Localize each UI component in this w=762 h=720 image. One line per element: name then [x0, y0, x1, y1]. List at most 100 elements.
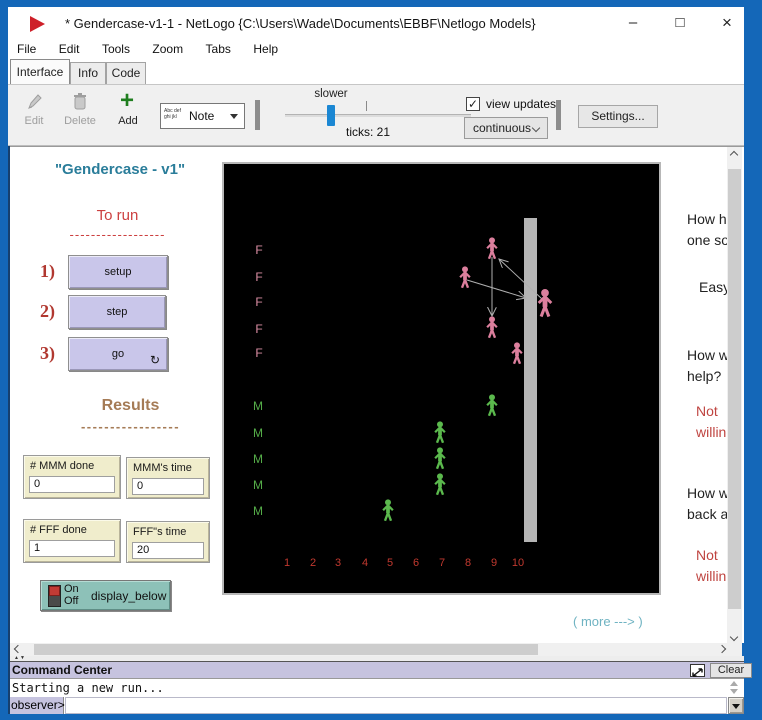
person-turtle[interactable]	[435, 421, 445, 442]
person-turtle[interactable]	[435, 447, 445, 468]
x-axis-number: 4	[362, 557, 368, 569]
monitor-label: FFF"s time	[133, 526, 186, 538]
tab-interface[interactable]: Interface	[10, 59, 70, 84]
male-row-label: M	[253, 504, 263, 518]
switch-name: display_below	[91, 589, 166, 603]
command-center-header: Command Center Clear	[8, 661, 744, 678]
female-row-label: F	[255, 243, 262, 257]
monitor-value: 20	[132, 542, 204, 559]
add-button[interactable]: Add	[106, 115, 150, 127]
scrollbar-thumb[interactable]	[34, 644, 538, 655]
step-number-1: 1)	[40, 261, 55, 282]
person-turtle[interactable]	[383, 499, 393, 520]
female-row-label: F	[255, 270, 262, 284]
delete-button[interactable]: Delete	[58, 115, 102, 127]
view-updates-checkbox[interactable]: ✓	[466, 97, 480, 111]
horizontal-scrollbar[interactable]	[8, 643, 742, 656]
edit-button[interactable]: Edit	[12, 115, 56, 127]
tab-info[interactable]: Info	[70, 62, 106, 84]
x-axis-number: 10	[512, 557, 524, 569]
command-center-input-row: observer>	[8, 697, 744, 714]
wall-patch	[524, 218, 537, 542]
widget-type-icon: Abc def ghi jkl	[164, 108, 181, 120]
x-axis-number: 1	[284, 557, 290, 569]
observer-prompt[interactable]: observer>	[8, 697, 64, 714]
netlogo-app-icon	[30, 16, 45, 32]
clear-button[interactable]: Clear	[710, 663, 752, 678]
command-input[interactable]	[65, 697, 727, 714]
switch-off-label: Off	[64, 595, 78, 607]
menu-edit[interactable]: Edit	[50, 40, 89, 58]
menu-zoom[interactable]: Zoom	[143, 40, 192, 58]
output-scroll-arrows[interactable]	[730, 681, 739, 695]
step-number-3: 3)	[40, 343, 55, 364]
world-view[interactable]: FFFFFMMMMM12345678910	[222, 162, 661, 595]
person-turtle[interactable]	[460, 266, 470, 287]
panel-left-edge	[8, 146, 10, 714]
scroll-right-button[interactable]	[714, 643, 730, 656]
tab-code[interactable]: Code	[106, 62, 146, 84]
dropdown-arrow-icon	[230, 114, 238, 119]
person-turtle[interactable]	[539, 289, 552, 317]
person-turtle[interactable]	[487, 237, 497, 258]
person-turtle[interactable]	[512, 342, 522, 363]
tab-bar: Interface Info Code	[8, 58, 744, 84]
more-note: ( more ---> )	[573, 614, 643, 629]
model-title-note: "Gendercase - v1"	[20, 161, 220, 178]
step-button[interactable]: step	[68, 295, 166, 329]
scroll-down-button[interactable]	[727, 628, 742, 643]
output-text: Starting a new run...	[12, 681, 164, 695]
speed-slider-track[interactable]	[285, 114, 471, 117]
speed-slider-thumb[interactable]	[327, 105, 335, 126]
menu-file[interactable]: File	[8, 40, 45, 58]
scroll-up-button[interactable]	[727, 147, 742, 163]
switch-knob[interactable]	[49, 586, 60, 596]
results-heading: Results	[33, 397, 228, 415]
ticks-counter: ticks: 21	[318, 125, 418, 139]
x-axis-number: 3	[335, 557, 341, 569]
setup-button[interactable]: setup	[68, 255, 168, 289]
go-button-label: go	[112, 348, 124, 360]
monitor-value: 0	[29, 476, 115, 493]
edit-pencil-icon	[26, 93, 42, 111]
menu-help[interactable]: Help	[244, 40, 287, 58]
person-turtle[interactable]	[487, 316, 497, 337]
male-row-label: M	[253, 426, 263, 440]
monitor-value: 0	[132, 478, 204, 495]
widget-type-value: Note	[189, 104, 214, 128]
go-button[interactable]: go ↻	[68, 337, 168, 371]
x-axis-number: 8	[465, 557, 471, 569]
expand-icon[interactable]	[690, 664, 705, 677]
command-center-output: Starting a new run...	[8, 678, 744, 697]
scrollbar-thumb[interactable]	[728, 169, 741, 609]
vertical-scrollbar[interactable]	[727, 147, 742, 643]
menu-tabs[interactable]: Tabs	[197, 40, 240, 58]
monitor-label: MMM's time	[133, 462, 192, 474]
x-axis-number: 5	[387, 557, 393, 569]
results-divider: -----------------	[33, 419, 228, 434]
widget-type-dropdown[interactable]: Abc def ghi jkl Note	[160, 103, 245, 129]
person-turtle[interactable]	[435, 473, 445, 494]
monitor-mmm-time: MMM's time 0	[126, 457, 210, 499]
update-mode-dropdown[interactable]: continuous	[464, 117, 548, 139]
view-updates-label: view updates	[486, 97, 556, 111]
x-axis-number: 2	[310, 557, 316, 569]
close-button[interactable]: ×	[710, 7, 744, 40]
command-center-title: Command Center	[12, 663, 112, 677]
scroll-down-icon	[730, 689, 738, 694]
monitor-fff-done: # FFF done 1	[23, 519, 121, 563]
female-row-label: F	[255, 322, 262, 336]
person-turtle[interactable]	[487, 394, 497, 415]
minimize-button[interactable]: –	[616, 7, 650, 40]
monitor-mmm-done: # MMM done 0	[23, 455, 121, 499]
monitor-label: # FFF done	[30, 524, 87, 536]
step-number-2: 2)	[40, 301, 55, 322]
display-below-switch[interactable]: On Off display_below	[40, 580, 171, 611]
maximize-button[interactable]: □	[663, 7, 697, 40]
history-dropdown-button[interactable]	[728, 697, 744, 714]
settings-button[interactable]: Settings...	[578, 105, 658, 128]
monitor-label: # MMM done	[30, 460, 94, 472]
speed-slider-notch	[366, 101, 367, 111]
male-row-label: M	[253, 399, 263, 413]
menu-tools[interactable]: Tools	[93, 40, 139, 58]
